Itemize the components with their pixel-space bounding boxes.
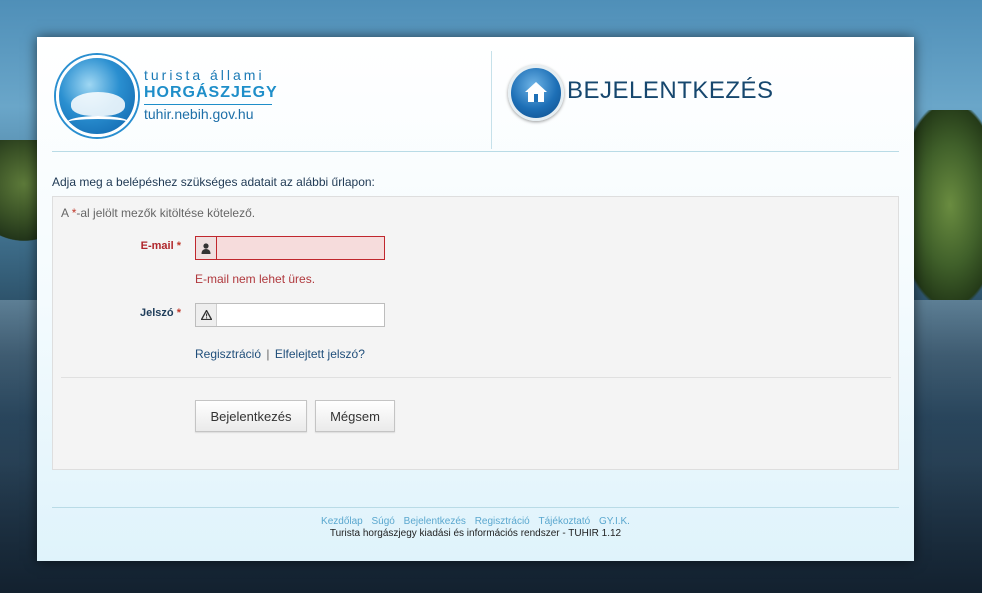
login-panel: turista állami HORGÁSZJEGY tuhir.nebih.g… — [37, 37, 914, 561]
password-field-group — [195, 303, 385, 327]
password-input[interactable] — [217, 304, 384, 326]
footer-link-register[interactable]: Regisztráció — [475, 516, 530, 527]
register-link[interactable]: Regisztráció — [195, 347, 261, 361]
footer-link-faq[interactable]: GY.I.K. — [599, 516, 630, 527]
cancel-button[interactable]: Mégsem — [315, 400, 395, 432]
home-button[interactable] — [508, 65, 564, 121]
user-icon — [196, 237, 217, 259]
email-label: E-mail * — [53, 240, 181, 252]
footer-link-info[interactable]: Tájékoztató — [539, 516, 591, 527]
logo-line-2: HORGÁSZJEGY — [144, 84, 278, 101]
password-label-text: Jelszó — [140, 307, 174, 319]
logo-text: turista állami HORGÁSZJEGY tuhir.nebih.g… — [144, 67, 278, 122]
email-required-star: * — [176, 240, 181, 252]
footer-text: Turista horgászjegy kiadási és informáci… — [329, 528, 622, 539]
login-form: A *-al jelölt mezők kitöltése kötelező. … — [52, 196, 899, 470]
wave-icon — [67, 116, 129, 129]
required-note-prefix: A — [61, 206, 72, 220]
home-icon — [525, 82, 547, 102]
logo-emblem — [56, 55, 138, 137]
footer-link-help[interactable]: Súgó — [372, 516, 395, 527]
page-title: BEJELENTKEZÉS — [567, 77, 774, 104]
logo-line-1: turista állami — [144, 67, 265, 83]
logo-line-3: tuhir.nebih.gov.hu — [144, 104, 272, 122]
footer-links: Kezdőlap Súgó Bejelentkezés Regisztráció… — [37, 516, 914, 527]
email-error-message: E-mail nem lehet üres. — [195, 272, 316, 286]
fish-icon — [71, 92, 125, 116]
required-note: A *-al jelölt mezők kitöltése kötelező. — [61, 206, 255, 220]
footer-divider — [52, 507, 899, 508]
intro-text: Adja meg a belépéshez szükséges adatait … — [52, 175, 375, 189]
login-button[interactable]: Bejelentkezés — [195, 400, 307, 432]
required-note-suffix: -al jelölt mezők kitöltése kötelező. — [76, 206, 256, 220]
email-field-group — [195, 236, 385, 260]
footer-link-login[interactable]: Bejelentkezés — [404, 516, 466, 527]
email-label-text: E-mail — [140, 240, 174, 252]
forgot-password-link[interactable]: Elfelejtett jelszó? — [275, 347, 365, 361]
header: turista állami HORGÁSZJEGY tuhir.nebih.g… — [52, 51, 899, 152]
footer-link-home[interactable]: Kezdőlap — [321, 516, 363, 527]
email-input[interactable] — [217, 237, 384, 259]
link-separator: | — [266, 347, 270, 361]
account-links: Regisztráció | Elfelejtett jelszó? — [195, 347, 365, 361]
password-required-star: * — [176, 307, 181, 319]
form-divider — [61, 377, 891, 378]
background-trees-right — [902, 110, 982, 300]
warning-icon — [196, 304, 217, 326]
header-divider — [491, 51, 492, 149]
password-label: Jelszó * — [53, 307, 181, 319]
